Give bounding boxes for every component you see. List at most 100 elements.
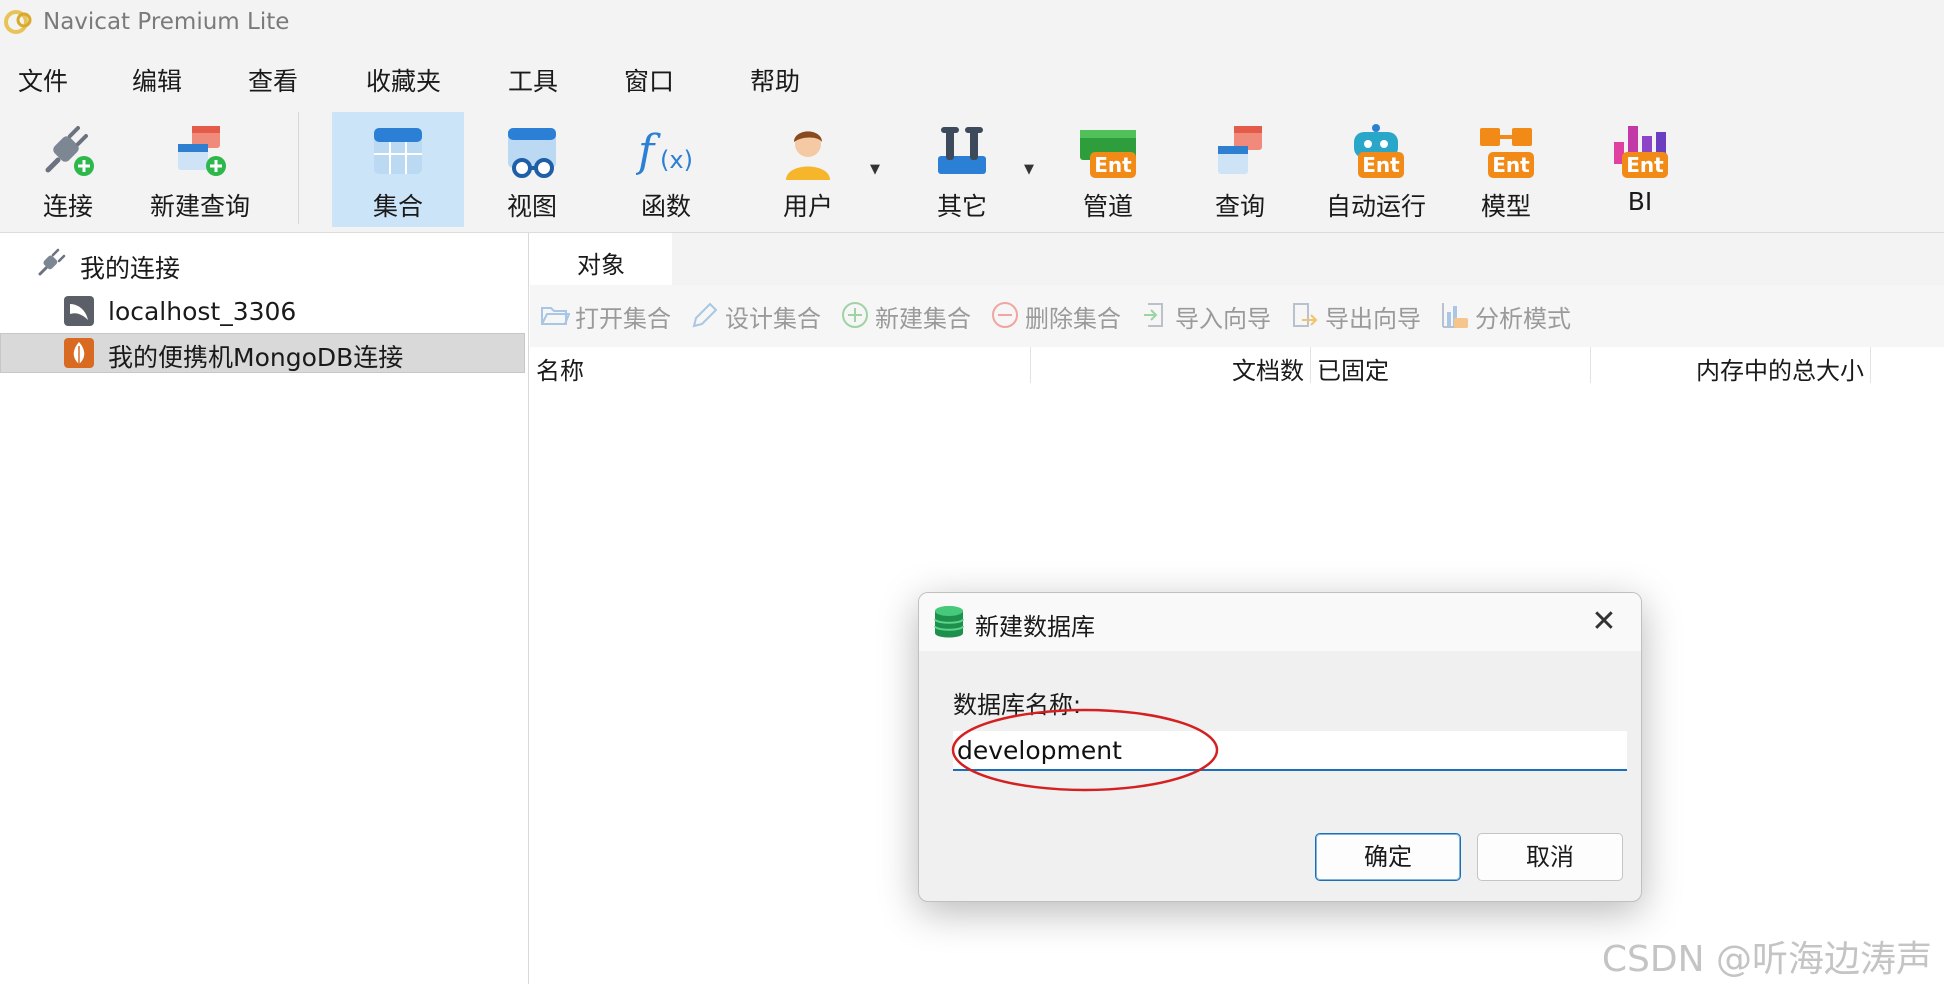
function-button[interactable]: f (x) 函数 (612, 112, 720, 227)
collection-grid-header: 名称 文档数 已固定 内存中的总大小 (530, 347, 1944, 387)
svg-text:Ent: Ent (1094, 153, 1132, 177)
analyze-schema-label: 分析模式 (1475, 305, 1571, 333)
column-name[interactable]: 名称 (530, 347, 1031, 385)
svg-text:(x): (x) (660, 146, 693, 174)
user-button[interactable]: 用户 (754, 112, 862, 227)
database-icon (934, 606, 964, 638)
column-doc-count[interactable]: 文档数 (1031, 347, 1311, 385)
tree-item-localhost[interactable]: localhost_3306 (0, 291, 525, 331)
mysql-dolphin-icon (64, 296, 94, 326)
export-icon (1293, 303, 1318, 327)
view-button[interactable]: 视图 (478, 112, 586, 227)
design-collection-label: 设计集合 (725, 305, 821, 333)
query-icon (1218, 126, 1262, 174)
new-query-icon (178, 126, 226, 176)
user-icon (786, 131, 830, 180)
dialog-title-bar: 新建数据库 ✕ (919, 593, 1641, 651)
toolbar-separator (298, 112, 299, 224)
function-icon: f (x) (636, 126, 693, 177)
menu-favorites[interactable]: 收藏夹 (366, 62, 441, 98)
close-icon[interactable]: ✕ (1587, 605, 1621, 639)
new-collection-button[interactable]: 新建集合 (840, 297, 980, 333)
model-label: 模型 (1480, 192, 1531, 221)
column-total-size[interactable]: 内存中的总大小 (1591, 347, 1871, 385)
delete-collection-button[interactable]: 删除集合 (990, 297, 1130, 333)
open-collection-label: 打开集合 (575, 305, 671, 333)
column-doc-count-label: 文档数 (1232, 357, 1304, 385)
folder-open-icon (541, 307, 570, 325)
other-label: 其它 (936, 192, 987, 221)
csdn-watermark: CSDN @听海边涛声 (1601, 939, 1932, 980)
tree-item-label: localhost_3306 (108, 297, 297, 326)
pencil-icon (692, 302, 718, 328)
new-query-button[interactable]: 新建查询 (140, 112, 260, 227)
collection-button[interactable]: 集合 (332, 112, 464, 227)
analyze-schema-button[interactable]: 分析模式 (1440, 297, 1580, 333)
tree-item-mongodb[interactable]: 我的便携机MongoDB连接 (0, 333, 525, 373)
bi-button[interactable]: Ent BI (1586, 112, 1694, 227)
new-database-dialog: 新建数据库 ✕ 数据库名称: 确定 取消 (918, 592, 1642, 902)
collection-icon (374, 128, 422, 174)
menu-help[interactable]: 帮助 (750, 62, 800, 98)
open-collection-button[interactable]: 打开集合 (540, 297, 680, 333)
svg-text:f: f (636, 126, 661, 177)
tab-objects-label: 对象 (577, 251, 625, 279)
new-collection-label: 新建集合 (875, 305, 971, 333)
menu-file[interactable]: 文件 (18, 62, 68, 98)
automation-button[interactable]: Ent 自动运行 (1318, 112, 1434, 227)
bi-label: BI (1627, 187, 1653, 216)
model-button[interactable]: Ent 模型 (1452, 112, 1560, 227)
annotation-highlight-ellipse (951, 708, 1219, 792)
tree-item-label: 我的便携机MongoDB连接 (108, 343, 404, 372)
tab-objects[interactable]: 对象 (530, 233, 672, 285)
object-toolbar: 打开集合 设计集合 新建集合 删除集合 导入向导 导出向导 分析模式 (530, 285, 1944, 347)
other-dropdown-icon[interactable]: ▼ (1024, 162, 1034, 177)
function-label: 函数 (640, 192, 691, 221)
robot-ent-icon: Ent (1354, 124, 1404, 178)
view-icon (508, 128, 556, 178)
connect-button[interactable]: 连接 (14, 112, 122, 227)
menu-window[interactable]: 窗口 (624, 62, 674, 98)
menu-edit[interactable]: 编辑 (132, 62, 182, 98)
import-wizard-button[interactable]: 导入向导 (1140, 297, 1280, 333)
ok-button[interactable]: 确定 (1315, 833, 1461, 881)
analyze-chart-icon (1442, 303, 1468, 328)
cancel-button[interactable]: 取消 (1477, 833, 1623, 881)
menu-bar: 文件 编辑 查看 收藏夹 工具 窗口 帮助 (0, 44, 1944, 112)
bi-ent-icon: Ent (1614, 126, 1668, 178)
tab-strip: 对象 (530, 233, 1944, 285)
pipeline-ent-icon: Ent (1080, 130, 1136, 178)
column-capped[interactable]: 已固定 (1311, 347, 1591, 385)
design-collection-button[interactable]: 设计集合 (690, 297, 830, 333)
svg-text:Ent: Ent (1626, 153, 1664, 177)
column-capped-label: 已固定 (1317, 357, 1389, 385)
user-dropdown-icon[interactable]: ▼ (870, 162, 880, 177)
column-name-label: 名称 (536, 357, 584, 385)
query-label: 查询 (1214, 192, 1265, 221)
delete-collection-label: 删除集合 (1025, 305, 1121, 333)
svg-text:Ent: Ent (1492, 153, 1530, 177)
menu-tools[interactable]: 工具 (508, 62, 558, 98)
column-total-size-label: 内存中的总大小 (1696, 357, 1864, 385)
svg-text:Ent: Ent (1362, 153, 1400, 177)
pipeline-button[interactable]: Ent 管道 (1054, 112, 1162, 227)
connections-plug-icon (38, 248, 66, 276)
model-ent-icon: Ent (1480, 128, 1534, 178)
connect-label: 连接 (42, 192, 93, 221)
main-toolbar: 连接 新建查询 集合 视图 f (x) 函数 用户 ▼ 其它 ▼ Ent 管道 … (0, 112, 1944, 233)
other-button[interactable]: 其它 (908, 112, 1016, 227)
export-wizard-label: 导出向导 (1325, 305, 1421, 333)
tools-icon (938, 127, 986, 174)
import-wizard-label: 导入向导 (1175, 305, 1271, 333)
import-icon (1144, 303, 1163, 327)
app-title: Navicat Premium Lite (43, 9, 290, 35)
view-label: 视图 (506, 192, 557, 221)
tree-root-my-connections[interactable]: 我的连接 (0, 243, 525, 283)
query-button[interactable]: 查询 (1186, 112, 1294, 227)
remove-circle-icon (992, 302, 1018, 328)
plug-add-icon (45, 126, 94, 176)
export-wizard-button[interactable]: 导出向导 (1290, 297, 1430, 333)
mongodb-leaf-icon (64, 338, 94, 368)
menu-view[interactable]: 查看 (248, 62, 298, 98)
navicat-logo-icon (4, 10, 32, 34)
